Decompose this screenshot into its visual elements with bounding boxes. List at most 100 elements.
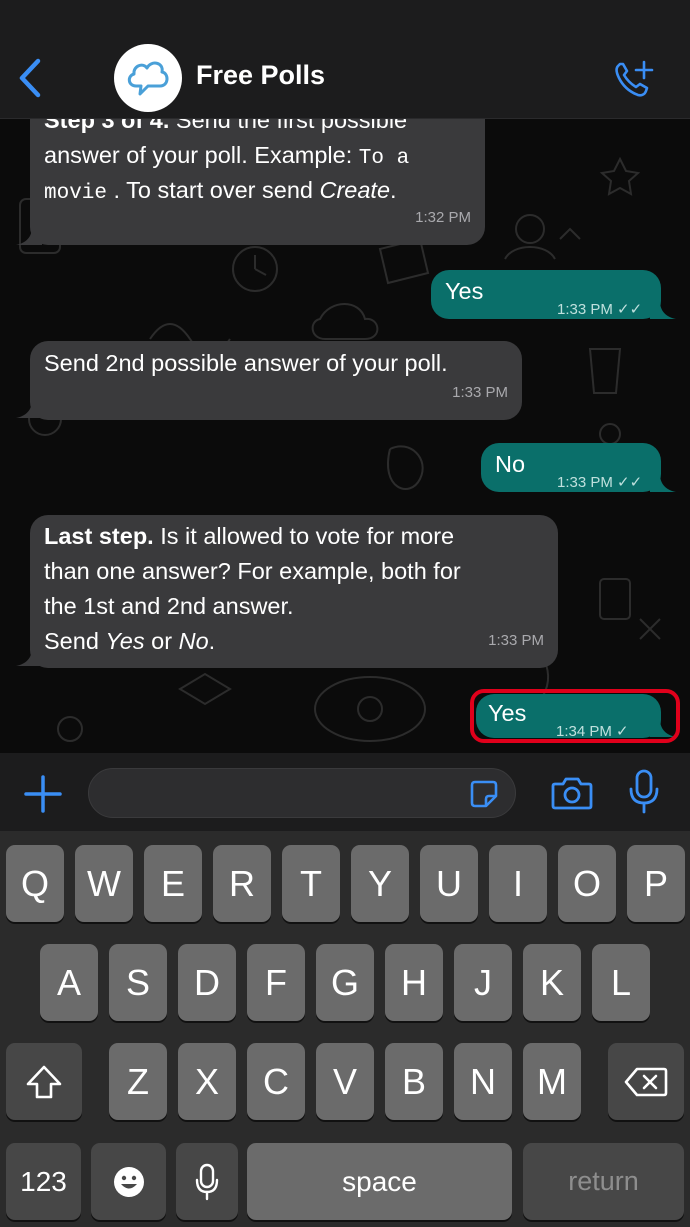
incoming-message[interactable]: Send 2nd possible answer of your poll. 1… — [30, 341, 522, 420]
message-text: . To start over send — [107, 177, 320, 203]
sticker-button[interactable] — [469, 779, 499, 809]
message-text: . — [390, 177, 397, 203]
option-yes-text: Yes — [105, 628, 145, 654]
key-c[interactable]: C — [247, 1043, 305, 1120]
incoming-message[interactable]: Last step. Is it allowed to vote for mor… — [30, 515, 558, 668]
key-p[interactable]: P — [627, 845, 685, 922]
bubble-tail — [650, 301, 676, 319]
sticker-icon — [470, 780, 498, 808]
message-text: or — [144, 628, 179, 654]
chat-title[interactable]: Free Polls — [196, 60, 325, 91]
chat-header: Free Polls — [0, 0, 690, 119]
message-line: the 1st and 2nd answer. — [44, 593, 294, 619]
bubble-tail — [16, 648, 42, 666]
key-l[interactable]: L — [592, 944, 650, 1021]
attach-button[interactable] — [22, 773, 64, 815]
message-time: 1:33 PM ✓✓ — [557, 301, 643, 318]
message-time: 1:33 PM ✓✓ — [557, 474, 643, 491]
message-text: Send — [44, 628, 106, 654]
message-text: Send 2nd possible answer of your poll. — [44, 350, 448, 376]
bubble-tail — [650, 474, 676, 492]
message-time: 1:32 PM — [415, 209, 471, 226]
key-f[interactable]: F — [247, 944, 305, 1021]
message-composer — [0, 753, 690, 831]
option-no-text: No — [178, 628, 209, 654]
key-k[interactable]: K — [523, 944, 581, 1021]
key-e[interactable]: E — [144, 845, 202, 922]
message-line: Last step. Is it allowed to vote for mor… — [44, 519, 454, 554]
backspace-key[interactable] — [608, 1043, 684, 1120]
key-d[interactable]: D — [178, 944, 236, 1021]
code-text: To a — [358, 147, 410, 170]
plus-icon — [24, 775, 62, 813]
message-text: Yes — [445, 278, 484, 304]
chevron-left-icon — [19, 58, 41, 98]
key-j[interactable]: J — [454, 944, 512, 1021]
back-button[interactable] — [14, 56, 48, 100]
message-text: answer of your poll. Example: — [44, 142, 359, 168]
key-q[interactable]: Q — [6, 845, 64, 922]
code-text: movie — [44, 182, 108, 205]
contact-avatar[interactable] — [114, 44, 182, 112]
key-y[interactable]: Y — [351, 845, 409, 922]
message-line: movie . To start over send Create. — [44, 173, 397, 211]
double-check-icon: ✓✓ — [617, 301, 643, 318]
message-time: 1:33 PM — [452, 384, 508, 401]
emoji-icon — [113, 1166, 144, 1197]
incoming-message[interactable]: Step 3 of 4. Send the first possible ans… — [30, 119, 485, 245]
add-call-button[interactable] — [610, 56, 660, 100]
microphone-icon — [195, 1163, 219, 1200]
message-text: Send the first possible — [169, 119, 408, 133]
key-r[interactable]: R — [213, 845, 271, 922]
key-s[interactable]: S — [109, 944, 167, 1021]
cloud-chat-icon — [127, 61, 169, 96]
step-label: Step 3 of 4. — [44, 119, 170, 133]
key-o[interactable]: O — [558, 845, 616, 922]
message-text: . — [208, 628, 216, 654]
dictation-key[interactable] — [176, 1143, 238, 1220]
chat-area[interactable]: Step 3 of 4. Send the first possible ans… — [0, 119, 690, 753]
key-g[interactable]: G — [316, 944, 374, 1021]
keyboard: Q W E R T Y U I O P A S D F G H J K L Z … — [0, 831, 690, 1227]
shift-key[interactable] — [6, 1043, 82, 1120]
key-m[interactable]: M — [523, 1043, 581, 1120]
key-w[interactable]: W — [75, 845, 133, 922]
phone-plus-icon — [615, 60, 654, 97]
emoji-key[interactable] — [91, 1143, 166, 1220]
space-key[interactable]: space — [247, 1143, 512, 1220]
step-label: Last step. — [44, 523, 154, 549]
key-u[interactable]: U — [420, 845, 478, 922]
key-n[interactable]: N — [454, 1043, 512, 1120]
key-z[interactable]: Z — [109, 1043, 167, 1120]
key-b[interactable]: B — [385, 1043, 443, 1120]
key-i[interactable]: I — [489, 845, 547, 922]
key-x[interactable]: X — [178, 1043, 236, 1120]
message-text: Is it allowed to vote for more — [153, 523, 455, 549]
message-text: No — [495, 451, 526, 477]
camera-icon — [551, 777, 593, 810]
message-input[interactable] — [88, 768, 516, 818]
message-line: Step 3 of 4. Send the first possible — [44, 119, 407, 138]
key-a[interactable]: A — [40, 944, 98, 1021]
microphone-icon — [629, 769, 659, 814]
shift-icon — [26, 1065, 62, 1098]
backspace-icon — [624, 1067, 668, 1096]
command-text: Create — [319, 177, 391, 203]
camera-button[interactable] — [550, 771, 594, 815]
bubble-tail — [16, 227, 42, 245]
message-line: Send Yes or No. — [44, 624, 215, 659]
message-line: answer of your poll. Example: To a — [44, 138, 409, 176]
double-check-icon: ✓✓ — [617, 474, 643, 491]
key-t[interactable]: T — [282, 845, 340, 922]
numbers-key[interactable]: 123 — [6, 1143, 81, 1220]
outgoing-message[interactable]: Yes 1:33 PM ✓✓ — [431, 270, 661, 319]
bubble-tail — [16, 400, 42, 418]
voice-message-button[interactable] — [628, 769, 660, 815]
key-v[interactable]: V — [316, 1043, 374, 1120]
outgoing-message[interactable]: No 1:33 PM ✓✓ — [481, 443, 661, 492]
highlight-outline — [470, 689, 680, 743]
key-h[interactable]: H — [385, 944, 443, 1021]
return-key[interactable]: return — [523, 1143, 684, 1220]
message-line: than one answer? For example, both for — [44, 558, 461, 584]
message-time: 1:33 PM — [488, 632, 544, 649]
